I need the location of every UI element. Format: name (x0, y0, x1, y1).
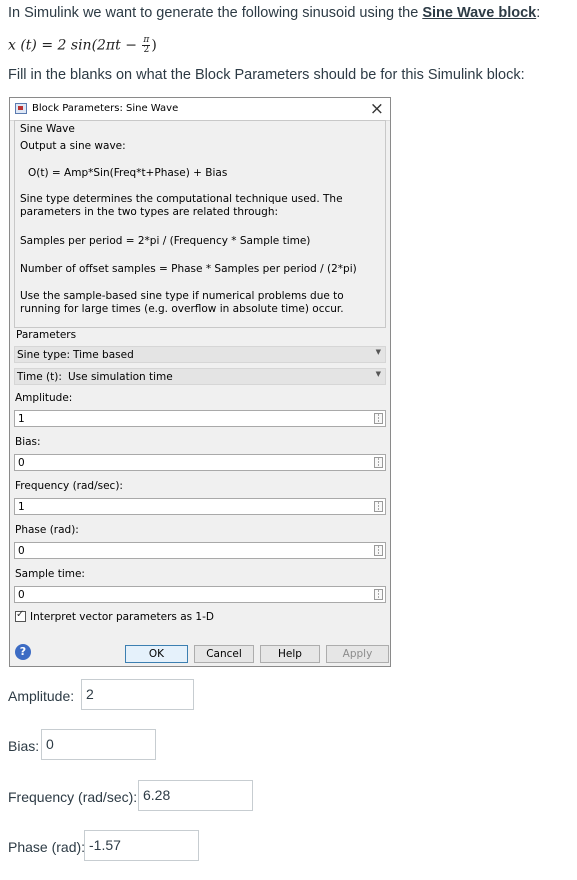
sine-type-label: Sine type: (17, 349, 71, 361)
frequency-value: 1 (18, 501, 25, 513)
formula-lhs: x (t) = 2 sin(2πt − (8, 37, 137, 54)
frequency-field[interactable]: 1 · · · (14, 498, 386, 515)
answer-amplitude-input[interactable]: 2 (81, 679, 194, 710)
more-options-icon[interactable]: · · · (374, 588, 383, 602)
block-parameters-dialog: Block Parameters: Sine Wave × Sine Wave … (9, 97, 391, 667)
more-options-icon[interactable]: · · · (374, 412, 383, 426)
chevron-down-icon: ▼ (375, 348, 381, 356)
intro-text: In Simulink we want to generate the foll… (8, 5, 423, 21)
frequency-label: Frequency (rad/sec): (15, 480, 123, 492)
sample-based-note: Use the sample-based sine type if numeri… (20, 290, 344, 315)
answer-frequency-input[interactable]: 6.28 (138, 780, 253, 811)
output-description: Output a sine wave: (20, 140, 126, 152)
simulink-block-icon (15, 103, 27, 114)
sample-time-value: 0 (18, 589, 25, 601)
help-icon[interactable]: ? (15, 644, 31, 660)
apply-button[interactable]: Apply (326, 645, 389, 663)
sample-time-field[interactable]: 0 · · · (14, 586, 386, 603)
more-options-icon[interactable]: · · · (374, 456, 383, 470)
bias-label: Bias: (15, 436, 41, 448)
bias-field[interactable]: 0 · · · (14, 454, 386, 471)
formula-close: ) (151, 37, 157, 54)
equation-text: O(t) = Amp*Sin(Freq*t+Phase) + Bias (28, 167, 228, 179)
amplitude-value: 1 (18, 413, 25, 425)
answer-phase-input[interactable]: -1.57 (84, 830, 199, 861)
instruction-text: Fill in the blanks on what the Block Par… (8, 67, 525, 83)
sine-type-value: Time based (73, 349, 134, 361)
answer-amplitude-label: Amplitude: (8, 688, 75, 704)
answer-bias-input[interactable]: 0 (41, 729, 156, 760)
interpret-vector-checkbox[interactable] (15, 609, 26, 622)
more-options-icon[interactable]: · · · (374, 544, 383, 558)
interpret-vector-label: Interpret vector parameters as 1-D (30, 611, 214, 623)
samples-per-period-text: Samples per period = 2*pi / (Frequency *… (20, 235, 311, 247)
more-options-icon[interactable]: · · · (374, 500, 383, 514)
bias-value: 0 (18, 457, 25, 469)
sine-wave-block-link[interactable]: Sine Wave block (422, 5, 536, 21)
dialog-titlebar: Block Parameters: Sine Wave × (10, 98, 390, 121)
amplitude-field[interactable]: 1 · · · (14, 410, 386, 427)
sine-type-description: Sine type determines the computational t… (20, 193, 343, 218)
answer-bias-label: Bias: (8, 738, 40, 754)
fraction-denominator: 2 (143, 45, 150, 55)
answer-phase-label: Phase (rad): (8, 839, 86, 855)
dialog-button-bar: ? OK Cancel Help Apply (10, 635, 390, 666)
close-icon[interactable]: × (370, 99, 384, 119)
block-description: Sine Wave Output a sine wave: O(t) = Amp… (14, 120, 386, 328)
sine-type-select[interactable]: Sine type: Time based ▼ (14, 346, 386, 363)
time-source-select[interactable]: Time (t): Use simulation time ▼ (14, 368, 386, 385)
sample-time-label: Sample time: (15, 568, 85, 580)
phase-value: 0 (18, 545, 25, 557)
intro-colon: : (536, 5, 541, 21)
help-button[interactable]: Help (260, 645, 320, 663)
block-name: Sine Wave (20, 123, 75, 135)
offset-samples-text: Number of offset samples = Phase * Sampl… (20, 263, 357, 275)
time-value: Use simulation time (68, 371, 173, 383)
ok-button[interactable]: OK (125, 645, 188, 663)
time-label: Time (t): (17, 371, 62, 383)
question-intro: In Simulink we want to generate the foll… (8, 5, 540, 21)
cancel-button[interactable]: Cancel (194, 645, 254, 663)
formula: x (t) = 2 sin(2πt − π 2 ) (8, 36, 157, 55)
parameters-group-label: Parameters (16, 329, 77, 341)
answer-frequency-label: Frequency (rad/sec): (8, 789, 138, 805)
chevron-down-icon: ▼ (375, 370, 381, 378)
amplitude-label: Amplitude: (15, 392, 73, 404)
dialog-title: Block Parameters: Sine Wave (32, 103, 179, 114)
phase-label: Phase (rad): (15, 524, 79, 536)
formula-fraction: π 2 (142, 36, 151, 55)
phase-field[interactable]: 0 · · · (14, 542, 386, 559)
